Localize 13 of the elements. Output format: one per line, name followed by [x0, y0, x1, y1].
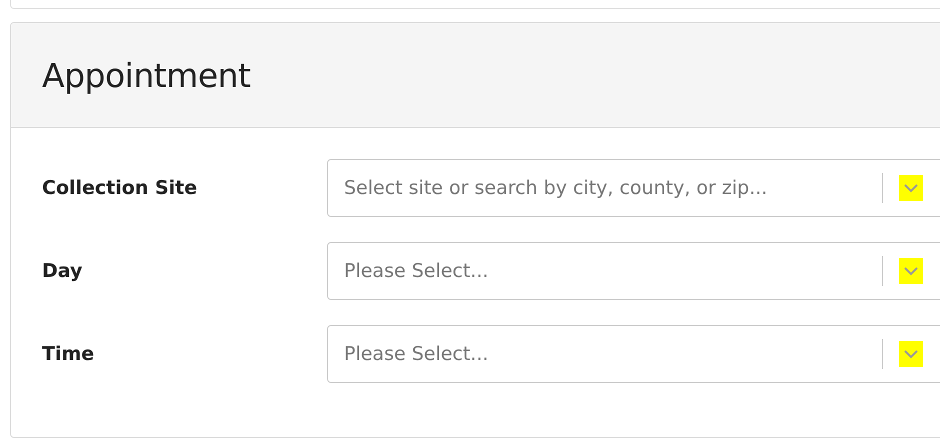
select-field[interactable]: Please Select...	[327, 242, 940, 300]
select-field[interactable]: Please Select...	[327, 325, 940, 383]
select-field[interactable]: Select site or search by city, county, or zip...	[327, 159, 940, 217]
chevron-down-icon[interactable]	[899, 258, 923, 284]
chevron-down-icon[interactable]	[899, 341, 923, 367]
placeholder-text: Select site or search by city, county, or zip...	[344, 177, 768, 199]
field-label: Collection Site	[42, 177, 198, 199]
panel-title: Appointment	[42, 56, 250, 94]
chevron-down-icon[interactable]	[899, 175, 923, 201]
placeholder-text: Please Select...	[344, 260, 490, 282]
field-label: Time	[42, 343, 96, 365]
field-label: Day	[42, 260, 84, 282]
placeholder-text: Please Select...	[344, 343, 490, 365]
